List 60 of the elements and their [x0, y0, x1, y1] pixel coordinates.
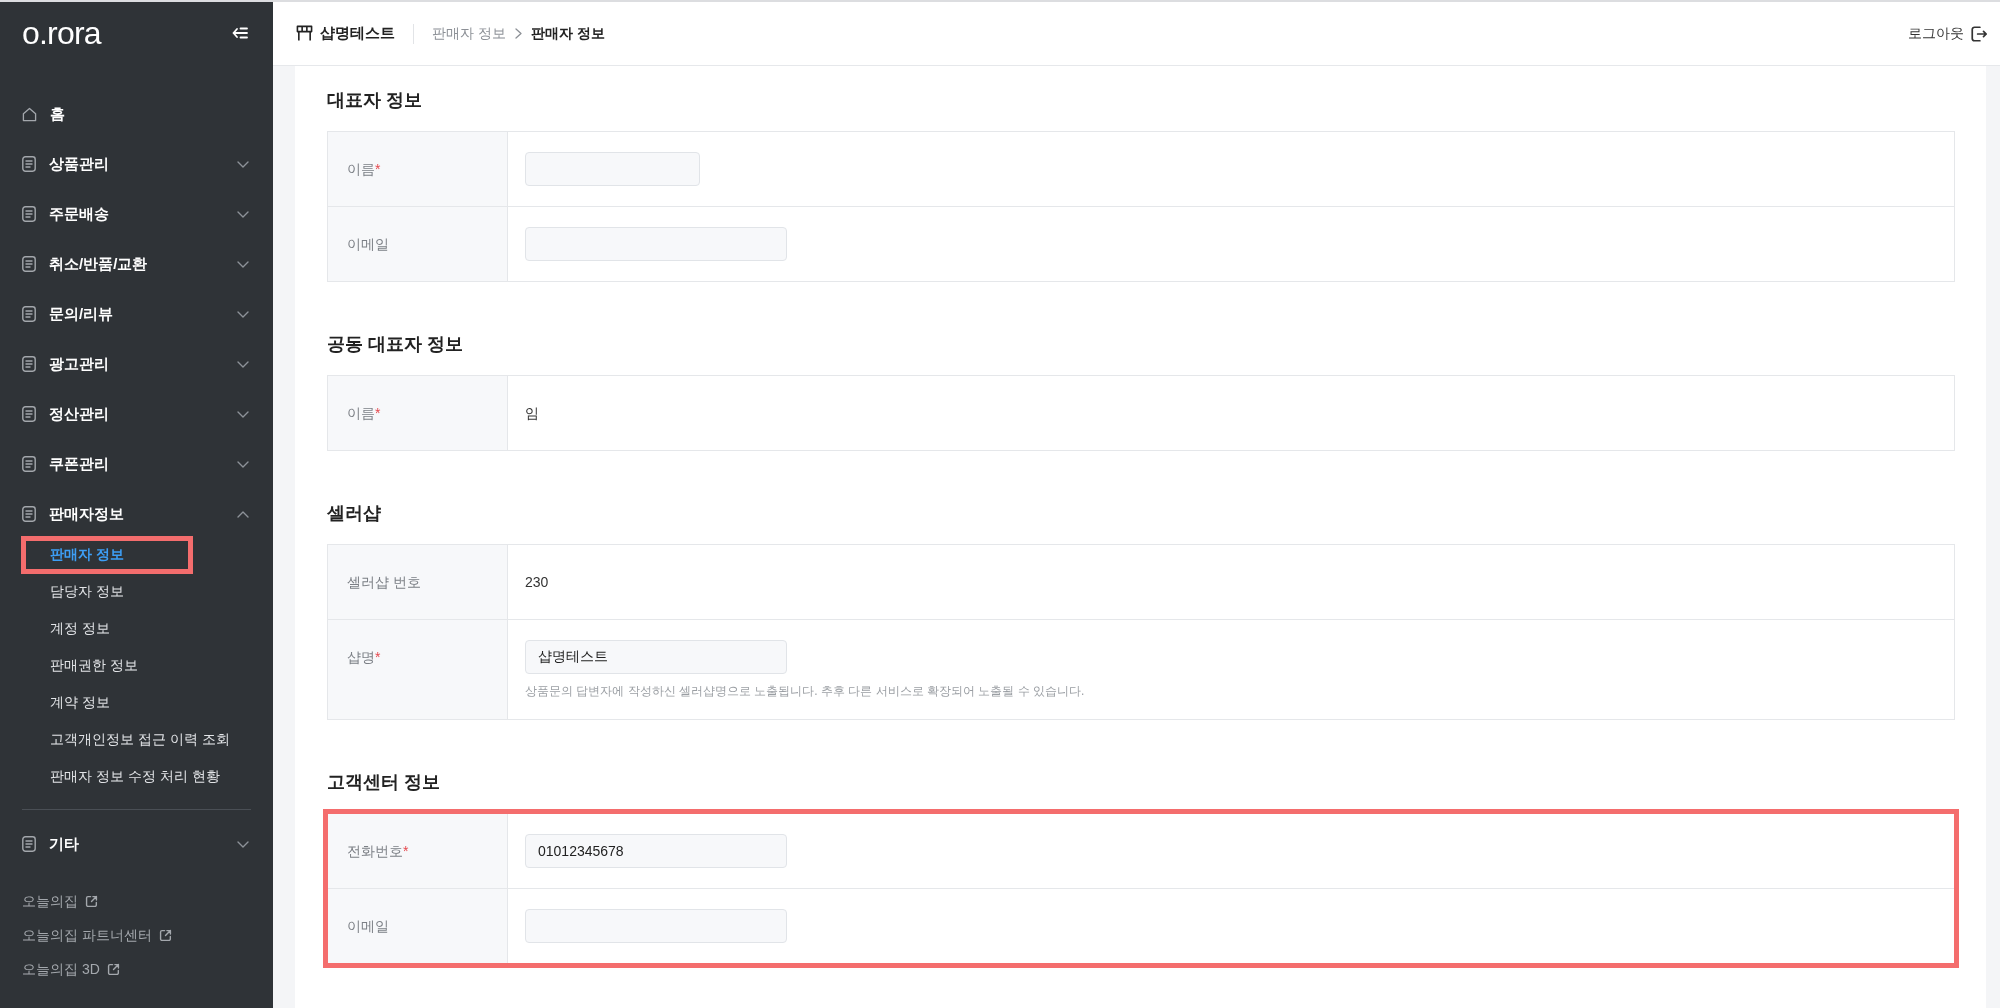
submenu-item[interactable]: 담당자 정보 [0, 573, 273, 610]
field-label: 샵명* [347, 648, 382, 667]
breadcrumb-current: 판매자 정보 [530, 24, 605, 43]
document-icon [22, 836, 36, 852]
collapse-menu-icon[interactable] [232, 26, 248, 40]
external-link-icon [106, 962, 120, 976]
field-label: 이메일 [347, 235, 390, 254]
submenu-item[interactable]: 계정 정보 [0, 610, 273, 647]
section-title: 셀러샵 [327, 502, 382, 525]
section-title: 고객센터 정보 [327, 771, 441, 794]
submenu-item[interactable]: 판매자 정보 [0, 536, 273, 573]
text-input[interactable]: 01012345678 [525, 834, 787, 868]
external-link[interactable]: 오늘의집 [0, 884, 98, 918]
submenu-item[interactable]: 판매자 정보 수정 처리 현황 [0, 758, 273, 795]
document-icon [22, 256, 36, 272]
field-label: 셀러샵 번호 [347, 573, 422, 592]
document-icon [22, 156, 36, 172]
field-value: 임 [525, 404, 539, 423]
menu-item[interactable]: 상품관리 [0, 139, 273, 189]
logout-icon [1970, 24, 1988, 43]
section-title: 대표자 정보 [327, 89, 423, 112]
hint-text: 상품문의 답변자에 작성하신 셀러샵명으로 노출됩니다. 추후 다른 서비스로 확장되어 노출될 수 있습니다. [525, 683, 1085, 699]
field-label: 이름* [347, 160, 382, 179]
external-link[interactable]: 오늘의집 파트너센터 [0, 918, 172, 952]
field-label: 이메일 [347, 917, 390, 936]
document-icon [22, 206, 36, 222]
text-input[interactable] [525, 152, 700, 186]
logo: o.rora [22, 17, 101, 49]
chevron-right-icon [514, 28, 522, 39]
menu-item[interactable]: 홈 [0, 89, 273, 139]
logout-link[interactable]: 로그아웃 [1908, 23, 1988, 44]
document-icon [22, 456, 36, 472]
field-label: 전화번호* [347, 842, 410, 861]
document-icon [22, 306, 36, 322]
document-icon [22, 356, 36, 372]
menu-item[interactable]: 취소/반품/교환 [0, 239, 273, 289]
text-input[interactable]: 샵명테스트 [525, 640, 787, 674]
menu-item[interactable]: 쿠폰관리 [0, 439, 273, 489]
field-value: 230 [525, 573, 549, 592]
section-title: 공동 대표자 정보 [327, 333, 464, 356]
submenu-item[interactable]: 계약 정보 [0, 684, 273, 721]
submenu-item[interactable]: 판매권한 정보 [0, 647, 273, 684]
store-icon [296, 25, 313, 42]
text-input[interactable] [525, 909, 787, 943]
menu-item[interactable]: 주문배송 [0, 189, 273, 239]
external-link-icon [158, 928, 172, 942]
text-input[interactable] [525, 227, 787, 261]
menu-item[interactable]: 정산관리 [0, 389, 273, 439]
menu-item[interactable]: 광고관리 [0, 339, 273, 389]
home-icon [22, 106, 37, 122]
menu-item[interactable]: 기타 [0, 819, 273, 869]
menu-item[interactable]: 판매자정보 [0, 489, 273, 539]
submenu-item[interactable]: 고객개인정보 접근 이력 조회 [0, 721, 273, 758]
field-label: 이름* [347, 404, 382, 423]
shop-name: 샵명테스트 [320, 23, 395, 44]
external-link-icon [85, 894, 98, 908]
document-icon [22, 506, 36, 522]
external-link[interactable]: 오늘의집 3D [0, 952, 120, 986]
menu-item[interactable]: 문의/리뷰 [0, 289, 273, 339]
document-icon [22, 406, 36, 422]
